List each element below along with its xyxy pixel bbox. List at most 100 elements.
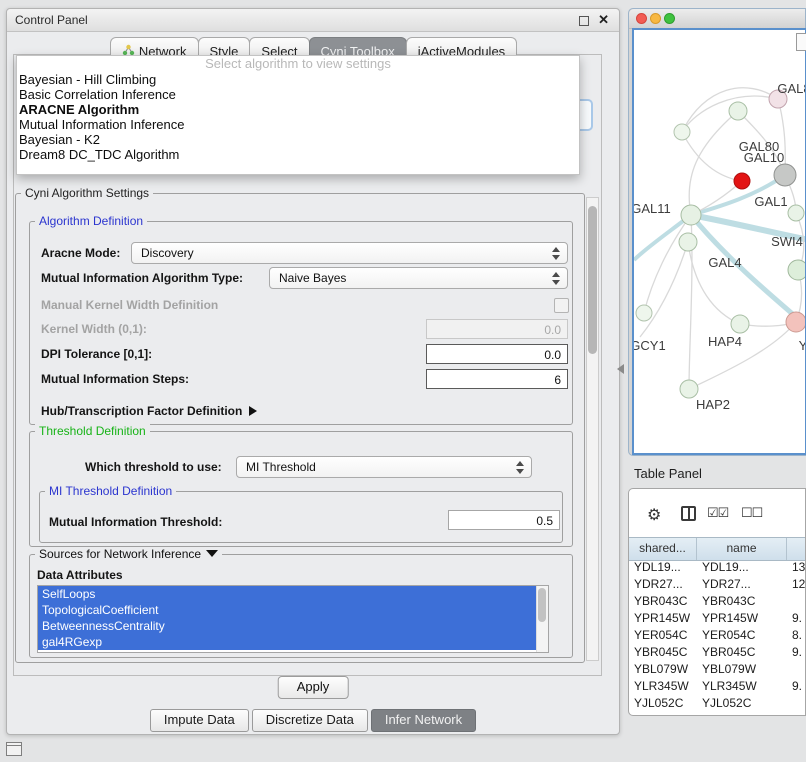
- mi-algorithm-type-select[interactable]: Naive Bayes: [269, 267, 568, 289]
- minimize-window-icon[interactable]: [650, 13, 661, 24]
- dropdown-item-basic-correlation-inference[interactable]: Basic Correlation Inference: [17, 87, 579, 102]
- float-panel-icon[interactable]: [579, 16, 589, 26]
- dropdown-item-bayesian-k2[interactable]: Bayesian - K2: [17, 132, 579, 147]
- gear-icon[interactable]: ⚙: [647, 505, 661, 525]
- network-node[interactable]: [681, 205, 701, 225]
- table-cell: YBR045C: [629, 644, 697, 661]
- table-cell: YBL079W: [697, 661, 787, 678]
- network-node[interactable]: [774, 164, 796, 186]
- mi-threshold-input[interactable]: 0.5: [448, 510, 560, 530]
- which-threshold-select[interactable]: MI Threshold: [236, 456, 532, 478]
- control-panel-titlebar[interactable]: Control Panel ✕: [7, 9, 619, 32]
- network-node-label: HAP4: [708, 334, 742, 349]
- network-toolbar-fragment[interactable]: [796, 33, 806, 51]
- network-node[interactable]: [729, 102, 747, 120]
- which-threshold-value: MI Threshold: [246, 460, 316, 474]
- list-scrollbar[interactable]: [536, 586, 548, 652]
- table-row[interactable]: YER054CYER054C8.: [629, 627, 806, 644]
- table-cell: 9.: [787, 678, 806, 695]
- attribute-item-gal4rgexp[interactable]: gal4RGexp: [38, 634, 537, 650]
- settings-scrollbar[interactable]: [586, 197, 599, 661]
- network-edge[interactable]: [644, 215, 691, 313]
- network-node[interactable]: [679, 233, 697, 251]
- table-row[interactable]: YBR043CYBR043C: [629, 593, 806, 610]
- mi-steps-input[interactable]: 6: [426, 369, 568, 389]
- table-row[interactable]: YLR345WYLR345W9.: [629, 678, 806, 695]
- network-node-label: GAL8: [777, 81, 805, 96]
- table-header-row[interactable]: shared...name: [629, 537, 806, 561]
- network-node-label: GAL11: [634, 201, 671, 216]
- mi-threshold-label: Mutual Information Threshold:: [49, 514, 222, 530]
- table-row[interactable]: YBR045CYBR045C9.: [629, 644, 806, 661]
- dropdown-item-aracne-algorithm[interactable]: ARACNE Algorithm: [17, 102, 579, 117]
- panel-divider-arrow-icon[interactable]: [617, 364, 624, 374]
- which-threshold-label: Which threshold to use:: [85, 459, 222, 475]
- table-panel-title: Table Panel: [634, 466, 702, 481]
- table-cell: 13: [787, 559, 806, 576]
- table-row[interactable]: YJL052CYJL052C: [629, 695, 806, 712]
- network-edge[interactable]: [689, 111, 738, 215]
- network-edge[interactable]: [640, 242, 688, 337]
- attribute-item-selfloops[interactable]: SelfLoops: [38, 586, 537, 602]
- dpi-tolerance-input[interactable]: 0.0: [426, 344, 568, 364]
- table-column-header[interactable]: name: [697, 538, 787, 560]
- dropdown-item-dream8-dc-tdc-algorithm[interactable]: Dream8 DC_TDC Algorithm: [17, 147, 579, 162]
- table-cell: YDL19...: [697, 559, 787, 576]
- attribute-item-betweennesscentrality[interactable]: BetweennessCentrality: [38, 618, 537, 634]
- network-node[interactable]: [786, 312, 805, 332]
- table-row[interactable]: YDR27...YDR27...12: [629, 576, 806, 593]
- network-node[interactable]: [680, 380, 698, 398]
- network-node[interactable]: [788, 205, 804, 221]
- table-cell: [787, 695, 806, 712]
- network-window-titlebar[interactable]: [629, 9, 805, 29]
- bottom-tab-bar: Impute DataDiscretize DataInfer Network: [7, 709, 619, 732]
- sources-legend[interactable]: Sources for Network Inference: [35, 547, 222, 561]
- table-row[interactable]: YBL079WYBL079W: [629, 661, 806, 678]
- select-all-icon[interactable]: ☑☑: [707, 505, 728, 521]
- dropdown-item-bayesian-hill-climbing[interactable]: Bayesian - Hill Climbing: [17, 72, 579, 87]
- network-edge[interactable]: [682, 132, 742, 181]
- network-node[interactable]: [734, 173, 750, 189]
- data-attributes-label: Data Attributes: [37, 567, 123, 583]
- network-node-label: GAL10: [744, 150, 784, 165]
- expand-arrow-icon: [249, 406, 257, 416]
- close-panel-icon[interactable]: ✕: [598, 12, 609, 28]
- table-column-header[interactable]: shared...: [629, 538, 697, 560]
- minimized-panel-icon[interactable]: [6, 742, 22, 756]
- network-node[interactable]: [788, 260, 805, 280]
- table-cell: YPR145W: [629, 610, 697, 627]
- network-node[interactable]: [731, 315, 749, 333]
- table-row[interactable]: YPR145WYPR145W9.: [629, 610, 806, 627]
- zoom-window-icon[interactable]: [664, 13, 675, 24]
- sources-legend-label: Sources for Network Inference: [39, 547, 201, 561]
- network-canvas[interactable]: GAL8GAL80GAL10GAL11GAL1SWI4GAL4GCY1HAP4H…: [632, 28, 806, 455]
- data-attributes-list[interactable]: SelfLoopsTopologicalCoefficientBetweenne…: [37, 585, 549, 653]
- network-node-label: Y: [799, 338, 805, 353]
- attribute-item-topologicalcoefficient[interactable]: TopologicalCoefficient: [38, 602, 537, 618]
- deselect-all-icon[interactable]: ☐☐: [741, 505, 762, 521]
- table-cell: 8.: [787, 627, 806, 644]
- table-column-header[interactable]: [787, 538, 806, 560]
- bottom-tab-discretize-data[interactable]: Discretize Data: [252, 709, 368, 732]
- list-scrollbar-thumb[interactable]: [538, 588, 546, 622]
- apply-button[interactable]: Apply: [278, 676, 349, 699]
- settings-scrollbar-thumb[interactable]: [588, 206, 597, 354]
- table-cell: YBR045C: [697, 644, 787, 661]
- network-node-label: SWI4: [771, 234, 803, 249]
- manual-kernel-width-checkbox[interactable]: [554, 298, 569, 313]
- table-cell: YLR345W: [697, 678, 787, 695]
- table-row[interactable]: YDL19...YDL19...13: [629, 559, 806, 576]
- network-node[interactable]: [636, 305, 652, 321]
- close-window-icon[interactable]: [636, 13, 647, 24]
- columns-icon[interactable]: [681, 506, 696, 521]
- bottom-tab-infer-network[interactable]: Infer Network: [371, 709, 476, 732]
- hub-definition-toggle[interactable]: Hub/Transcription Factor Definition: [41, 403, 257, 419]
- network-node[interactable]: [674, 124, 690, 140]
- kernel-width-input[interactable]: 0.0: [426, 319, 568, 339]
- bottom-tab-impute-data[interactable]: Impute Data: [150, 709, 249, 732]
- mi-threshold-definition-legend: MI Threshold Definition: [45, 484, 176, 498]
- table-cell: YBR043C: [697, 593, 787, 610]
- dropdown-item-mutual-information-inference[interactable]: Mutual Information Inference: [17, 117, 579, 132]
- table-cell: 12: [787, 576, 806, 593]
- aracne-mode-select[interactable]: Discovery: [131, 242, 568, 264]
